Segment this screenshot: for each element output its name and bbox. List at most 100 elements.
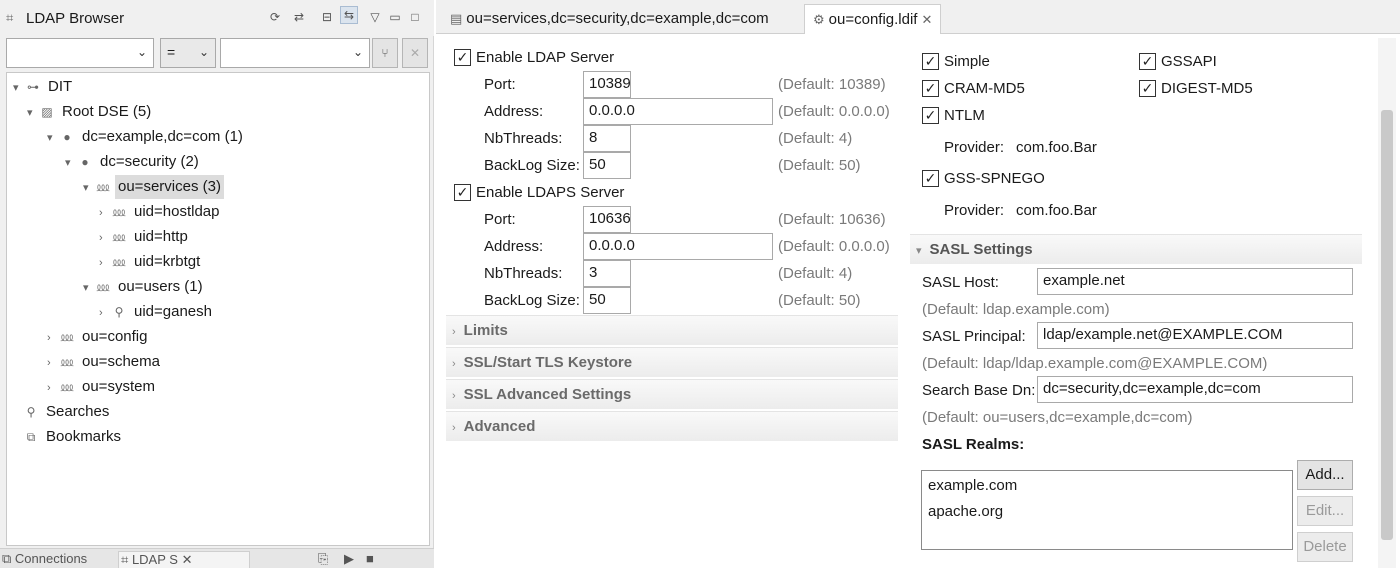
search-base-field[interactable]: dc=security,dc=example,dc=com [1037,376,1353,403]
list-item[interactable]: apache.org [928,503,1003,520]
link-editor-icon[interactable]: ⇄ [290,8,308,26]
enable-ldap-checkbox[interactable]: ✓ [454,49,471,66]
ldaps-threads-field[interactable]: 3 [583,260,631,287]
cram-md5-label: CRAM-MD5 [944,80,1025,97]
attribute-combo[interactable]: ⌄ [6,38,154,68]
operator-combo[interactable]: = ⌄ [160,38,216,68]
chevron-down-icon[interactable]: ▾ [83,176,95,200]
tree-item[interactable]: ▾ ⅏ ou=users (1) [83,275,206,299]
cram-md5-checkbox[interactable]: ✓ [922,80,939,97]
chevron-right-icon[interactable]: › [47,376,59,400]
simple-checkbox[interactable]: ✓ [922,53,939,70]
tree-item[interactable]: › ⅏ uid=hostldap [99,200,223,224]
tree-item-label: uid=ganesh [134,303,212,320]
tree-item[interactable]: ▾ ⊶ DIT [13,75,75,99]
edit-realm-button[interactable]: Edit... [1297,496,1353,526]
add-realm-button[interactable]: Add... [1297,460,1353,490]
tree-item[interactable]: ▾ ▨ Root DSE (5) [27,100,154,124]
tree-item[interactable]: ▾ ⅏ ou=services (3) [83,175,224,199]
apply-filter-button[interactable]: ⑂ [372,38,398,68]
refresh-icon[interactable]: ⟳ [266,8,284,26]
sasl-settings-section[interactable]: ▾ SASL Settings [910,234,1362,264]
tree-item[interactable]: › ⅏ ou=config [47,325,150,349]
link-with-editor-icon[interactable]: ⇆ [340,6,358,24]
section-title: Limits [463,322,508,339]
chevron-right-icon[interactable]: › [47,326,59,350]
ldaps-port-field[interactable]: 10636 [583,206,631,233]
delete-realm-button[interactable]: Delete [1297,532,1353,562]
dit-icon: ⊶ [27,80,39,94]
sasl-principal-field[interactable]: ldap/example.net@EXAMPLE.COM [1037,322,1353,349]
list-item[interactable]: example.com [928,477,1017,494]
ldap-address-label: Address: [484,103,544,120]
advanced-section[interactable]: › Advanced [446,411,898,441]
limits-section[interactable]: › Limits [446,315,898,345]
ldap-threads-label: NbThreads: [484,130,563,147]
run-icon[interactable]: ▶ [344,551,354,568]
gssapi-label: GSSAPI [1161,53,1217,70]
digest-md5-checkbox[interactable]: ✓ [1139,80,1156,97]
spnego-provider-value: com.foo.Bar [1016,202,1097,219]
view-menu-icon[interactable]: ▽ [366,8,384,26]
enable-ldaps-checkbox[interactable]: ✓ [454,184,471,201]
chevron-right-icon[interactable]: › [99,201,111,225]
editor-tab-bar: ▤ ou=services,dc=security,dc=example,dc=c… [436,0,1400,34]
ldap-port-field[interactable]: 10389 [583,71,631,98]
clear-filter-button[interactable]: ✕ [402,38,428,68]
tree-item[interactable]: › ⅏ uid=krbtgt [99,250,203,274]
ldaps-backlog-field[interactable]: 50 [583,287,631,314]
tab-config-ldif[interactable]: ⚙ ou=config.ldif ✕ [804,4,942,34]
chevron-down-icon[interactable]: ▾ [47,126,59,150]
config-file-icon: ⚙ [813,12,825,27]
tree-item[interactable]: ▾ ● dc=security (2) [65,150,202,174]
chevron-right-icon[interactable]: › [99,251,111,275]
gssapi-checkbox[interactable]: ✓ [1139,53,1156,70]
chevron-right-icon[interactable]: › [99,301,111,325]
new-server-icon[interactable]: ⎘ [318,551,328,568]
maximize-icon[interactable]: □ [406,8,424,26]
tree-item[interactable]: › ⅏ ou=system [47,375,158,399]
chevron-down-icon[interactable]: ▾ [83,276,95,300]
ldap-backlog-field[interactable]: 50 [583,152,631,179]
chevron-right-icon[interactable]: › [47,351,59,375]
bookmarks-icon: ⧉ [26,430,36,444]
tree-item[interactable]: ▾ ● dc=example,dc=com (1) [47,125,246,149]
chevron-down-icon[interactable]: ▾ [27,101,39,125]
ssl-advanced-section[interactable]: › SSL Advanced Settings [446,379,898,409]
ldap-backlog-default: (Default: 50) [778,157,861,174]
collapse-all-icon[interactable]: ⊟ [318,8,336,26]
stop-icon[interactable]: ■ [366,551,374,568]
ldap-threads-field[interactable]: 8 [583,125,631,152]
scrollbar-thumb[interactable] [1381,110,1393,540]
chevron-down-icon: ⌄ [352,45,363,59]
ldap-browser-icon: ⌗ [6,10,14,25]
ldaps-threads-default: (Default: 4) [778,265,853,282]
chevron-down-icon[interactable]: ▾ [13,76,25,100]
ntlm-checkbox[interactable]: ✓ [922,107,939,124]
ldap-address-field[interactable]: 0.0.0.0 [583,98,773,125]
tree-item[interactable]: ⧉ Bookmarks [11,425,124,449]
ldaps-address-field[interactable]: 0.0.0.0 [583,233,773,260]
tree-item[interactable]: ⚲ Searches [11,400,112,424]
value-combo[interactable]: ⌄ [220,38,370,68]
ssl-keystore-section[interactable]: › SSL/Start TLS Keystore [446,347,898,377]
sasl-host-label: SASL Host: [922,274,999,291]
tree-item-label: uid=hostldap [134,203,220,220]
tab-ou-services[interactable]: ▤ ou=services,dc=security,dc=example,dc=c… [442,4,777,34]
sasl-realms-list[interactable]: example.com apache.org [921,470,1293,550]
tree-item-label: Searches [46,403,110,420]
ldap-servers-tab[interactable]: ⌗ LDAP S ✕ [118,551,250,568]
close-icon[interactable]: ✕ [182,552,193,567]
ldaps-address-default: (Default: 0.0.0.0) [778,238,890,255]
sasl-host-field[interactable]: example.net [1037,268,1353,295]
minimize-icon[interactable]: ▭ [386,8,404,26]
tree-item[interactable]: › ⅏ uid=http [99,225,191,249]
connections-tab[interactable]: ⧉ Connections [2,551,114,568]
tree-item[interactable]: › ⚲ uid=ganesh [99,300,215,324]
dit-tree[interactable]: ▾ ⊶ DIT ▾ ▨ Root DSE (5) ▾ ● dc=example,dc=com (… [6,72,430,546]
tree-item[interactable]: › ⅏ ou=schema [47,350,163,374]
chevron-down-icon[interactable]: ▾ [65,151,77,175]
chevron-right-icon[interactable]: › [99,226,111,250]
gss-spnego-checkbox[interactable]: ✓ [922,170,939,187]
close-icon[interactable]: ✕ [921,12,932,27]
